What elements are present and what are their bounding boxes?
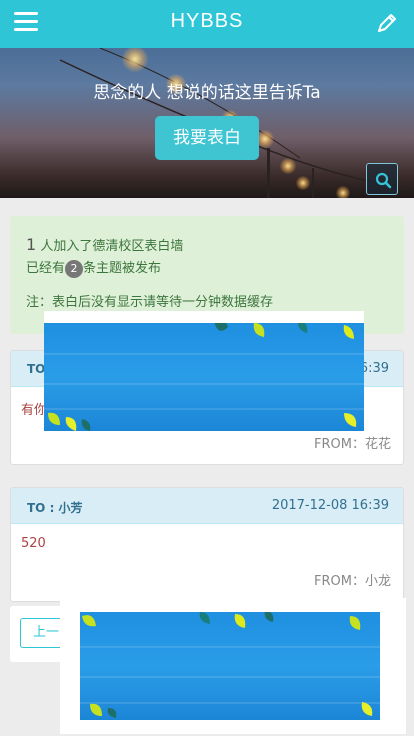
app-title[interactable]: HYBBS — [0, 10, 414, 33]
post-author: FROM：花花 — [314, 437, 391, 452]
post-author: FROM：小龙 — [314, 574, 391, 589]
water-ripple — [44, 383, 364, 385]
water-ripple — [80, 676, 380, 678]
joined-count: 1 — [26, 235, 37, 254]
post-recipient: TO — [27, 362, 46, 376]
water-ripple — [80, 646, 380, 648]
top-navbar: HYBBS — [0, 0, 414, 48]
topics-suffix: 条主题被发布 — [83, 261, 162, 276]
post-body: 520 — [21, 536, 46, 551]
leaf-decoration-icon — [90, 702, 373, 718]
light-bulb — [336, 186, 350, 198]
post-header: TO : 小芳 2017-12-08 16:39 — [11, 488, 403, 524]
ad-image[interactable] — [80, 612, 380, 720]
post-recipient: TO : 小芳 — [27, 501, 83, 515]
pencil-icon[interactable] — [374, 10, 400, 36]
hero-tagline: 思念的人 想说的话这里告诉Ta — [93, 83, 321, 103]
light-bulb — [296, 176, 310, 190]
confess-button[interactable]: 我要表白 — [155, 116, 259, 160]
search-button[interactable] — [366, 163, 398, 195]
search-icon — [375, 172, 392, 189]
light-bulb — [280, 158, 296, 174]
ad-overlay[interactable] — [60, 598, 406, 734]
water-ripple — [44, 353, 364, 355]
ad-image[interactable] — [44, 323, 364, 431]
leaf-decoration-icon — [48, 412, 91, 431]
leaf-decoration-icon — [214, 323, 354, 339]
post-date: 2017-12-08 16:39 — [271, 498, 389, 513]
joined-text: 人加入了德清校区表白墙 — [40, 239, 184, 254]
topics-prefix: 已经有 — [26, 261, 66, 276]
lamp-post — [312, 168, 314, 198]
post-card[interactable]: TO : 小芳 2017-12-08 16:39 520 FROM：小龙 — [10, 487, 404, 602]
topics-count-badge: 2 — [65, 259, 84, 278]
hero-banner: 思念的人 想说的话这里告诉Ta 我要表白 — [0, 48, 414, 198]
lamp-post — [267, 148, 270, 198]
ad-overlay[interactable] — [44, 311, 364, 433]
leaf-decoration-icon — [344, 413, 357, 427]
leaf-decoration-icon — [82, 612, 361, 630]
